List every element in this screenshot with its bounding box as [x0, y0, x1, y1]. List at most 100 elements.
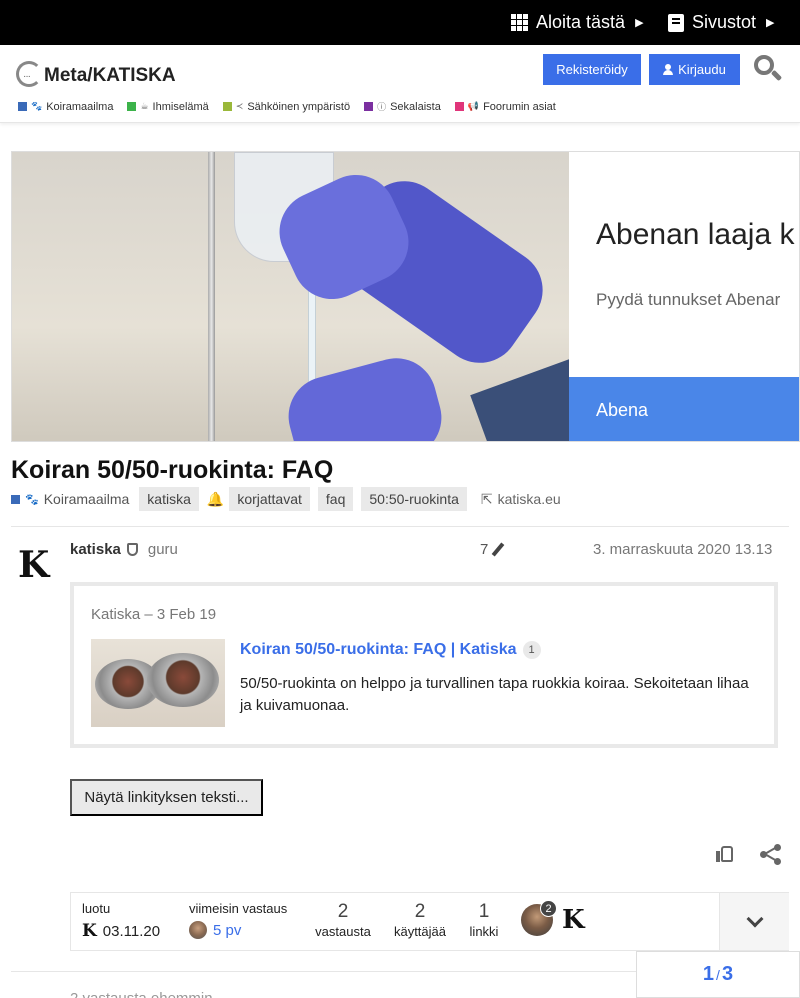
- site-header: ··· Meta/KATISKA Rekisteröidy Kirjaudu 🐾…: [0, 45, 800, 123]
- created-label: luotu: [82, 901, 111, 916]
- cup-icon: ☕: [140, 101, 149, 111]
- paw-icon: 🐾: [31, 101, 43, 111]
- banner-ad[interactable]: Abenan laaja k Pyydä tunnukset Abenar Ab…: [11, 151, 800, 442]
- external-link-icon: ⇱: [480, 490, 493, 507]
- topic-category-label: Koiramaailma: [43, 491, 130, 507]
- tag-50-50-ruokinta[interactable]: 50:50-ruokinta: [361, 487, 467, 511]
- bullhorn-icon: 📢: [467, 101, 480, 111]
- start-here-label: Aloita tästä: [536, 12, 626, 32]
- caret-right-icon: ▶: [766, 17, 775, 29]
- replies-count: 2: [337, 901, 349, 922]
- ad-text-panel: Abenan laaja k Pyydä tunnukset Abenar Ab…: [569, 152, 799, 441]
- topic-title[interactable]: Koiran 50/50-ruokinta: FAQ: [11, 456, 333, 485]
- external-link-label: katiska.eu: [497, 491, 561, 507]
- bell-icon: 🔔: [206, 490, 225, 507]
- created-info: luotu K 03.11.20: [82, 901, 160, 941]
- creator-avatar[interactable]: K: [82, 921, 97, 941]
- participant-avatar[interactable]: K: [562, 905, 585, 935]
- tag-label: korjattavat: [229, 487, 310, 511]
- start-here-menu[interactable]: Aloita tästä ▶: [511, 0, 644, 45]
- sites-menu[interactable]: Sivustot ▶: [668, 0, 775, 45]
- category-swatch: [18, 102, 27, 111]
- last-reply-value: 5 pv: [213, 921, 242, 939]
- link-preview-onebox: Katiska – 3 Feb 19 Koiran 50/50-ruokinta…: [70, 582, 778, 748]
- last-reply-avatar: [189, 921, 207, 939]
- onebox-thumbnail: [91, 639, 225, 727]
- topic-progress[interactable]: 1 / 3: [636, 951, 800, 998]
- tag-katiska[interactable]: katiska: [139, 487, 199, 511]
- onebox-title-link[interactable]: Koiran 50/50-ruokinta: FAQ | Katiska 1: [240, 641, 541, 659]
- divider: [11, 971, 636, 972]
- onebox-title: Koiran 50/50-ruokinta: FAQ | Katiska: [240, 641, 517, 658]
- participants: 2 K: [521, 900, 585, 936]
- ad-photo: [12, 152, 569, 441]
- avatar[interactable]: K: [18, 545, 54, 585]
- links-count: 1: [478, 901, 490, 922]
- topic-category-link[interactable]: 🐾 Koiramaailma: [11, 491, 129, 507]
- replies-stat: 2 vastausta: [313, 901, 373, 939]
- site-name: Meta/KATISKA: [44, 65, 176, 86]
- tag-faq[interactable]: faq: [317, 487, 354, 511]
- divider: [11, 526, 789, 527]
- last-reply-info[interactable]: viimeisin vastaus 5 pv: [189, 901, 287, 939]
- like-icon[interactable]: [713, 842, 737, 866]
- post-author: katiska guru: [70, 541, 178, 558]
- category-swatch: [454, 102, 464, 111]
- chevron-down-icon: [746, 910, 763, 927]
- post-date[interactable]: 3. marraskuuta 2020 13.13: [593, 541, 772, 558]
- users-stat: 2 käyttäjää: [389, 901, 451, 939]
- topic-map: luotu K 03.11.20 viimeisin vastaus 5 pv …: [70, 892, 789, 951]
- category-link-foorumin-asiat[interactable]: 📢 Foorumin asiat: [454, 100, 556, 113]
- caret-right-icon: ▶: [635, 17, 644, 29]
- edit-count: 7: [480, 541, 489, 558]
- category-label: Ihmiselämä: [152, 100, 209, 113]
- tag-korjattavat[interactable]: 🔔 korjattavat: [207, 487, 310, 511]
- user-title: guru: [147, 541, 178, 558]
- progress-separator: /: [716, 966, 720, 983]
- click-count-badge: 1: [522, 641, 541, 659]
- last-reply-label: viimeisin vastaus: [189, 901, 288, 916]
- info-icon: ⓘ: [377, 102, 387, 112]
- category-label: Foorumin asiat: [483, 100, 556, 113]
- category-swatch: [222, 102, 232, 111]
- category-swatch: [127, 102, 137, 111]
- users-label: käyttäjää: [393, 924, 447, 939]
- share-icon: ≺: [235, 101, 244, 111]
- top-navigation-bar: Aloita tästä ▶ Sivustot ▶: [0, 0, 800, 45]
- expand-topic-map-button[interactable]: [719, 893, 789, 950]
- site-logo[interactable]: ··· Meta/KATISKA: [16, 53, 176, 87]
- participant-avatar[interactable]: 2: [521, 900, 557, 936]
- paw-icon: 🐾: [25, 493, 39, 506]
- summary-text: 2 vastausta ohemmin: [70, 990, 213, 998]
- login-label: Kirjaudu: [678, 62, 726, 77]
- category-link-ihmiselama[interactable]: ☕ Ihmiselämä: [127, 100, 209, 113]
- pencil-icon: [491, 542, 505, 557]
- topic-meta: 🐾 Koiramaailma katiska 🔔 korjattavat faq…: [11, 487, 561, 511]
- ad-cta-button[interactable]: Abena: [569, 377, 799, 441]
- external-link[interactable]: ⇱ katiska.eu: [481, 491, 561, 508]
- user-icon: [663, 64, 674, 75]
- sites-label: Sivustot: [692, 12, 757, 32]
- register-button[interactable]: Rekisteröidy: [543, 54, 641, 85]
- ad-title: Abenan laaja k: [596, 218, 795, 251]
- category-nav: 🐾 Koiramaailma ☕ Ihmiselämä ≺ Sähköinen …: [18, 100, 556, 113]
- username[interactable]: katiska: [70, 541, 121, 558]
- onebox-source[interactable]: Katiska – 3 Feb 19: [91, 606, 216, 623]
- show-link-text-button[interactable]: Näytä linkityksen teksti...: [70, 779, 263, 816]
- book-icon: [668, 13, 684, 32]
- edit-history-button[interactable]: 7: [480, 541, 505, 558]
- category-label: Sekalaista: [390, 100, 441, 113]
- category-link-sahkoinen-ymparisto[interactable]: ≺ Sähköinen ympäristö: [222, 100, 351, 113]
- category-link-sekalaista[interactable]: ⓘ Sekalaista: [364, 100, 441, 113]
- category-label: Sähköinen ympäristö: [247, 100, 351, 113]
- onebox-excerpt: 50/50-ruokinta on helppo ja turvallinen …: [240, 675, 749, 714]
- login-button[interactable]: Kirjaudu: [649, 54, 740, 85]
- category-swatch: [11, 494, 20, 504]
- search-icon[interactable]: [752, 53, 784, 85]
- progress-total: 3: [721, 963, 734, 985]
- category-link-koiramaailma[interactable]: 🐾 Koiramaailma: [18, 100, 113, 113]
- links-label: linkki: [469, 924, 499, 939]
- progress-current: 1: [702, 963, 715, 985]
- category-swatch: [364, 102, 374, 111]
- share-icon[interactable]: [760, 843, 782, 865]
